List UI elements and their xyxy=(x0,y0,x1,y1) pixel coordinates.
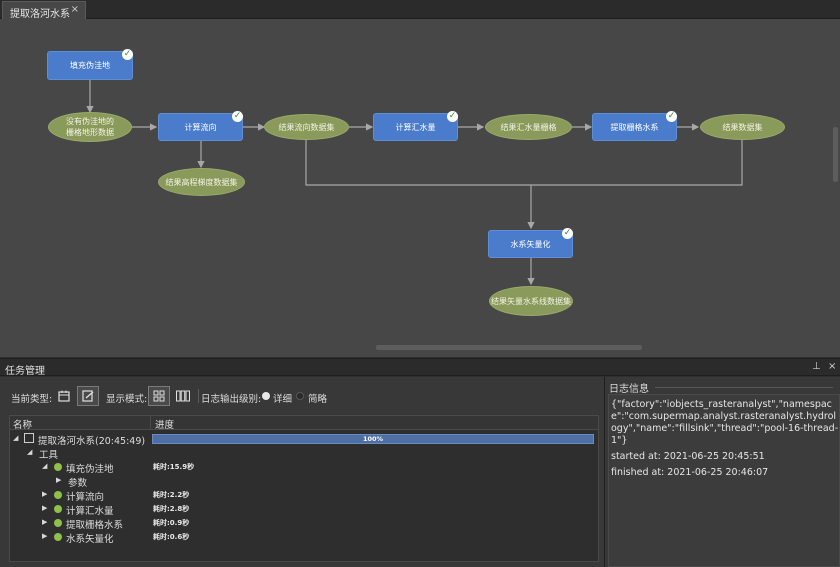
task-name: 计算流向 xyxy=(66,492,105,503)
task-manager-panel: 当前类型: 显示模式: 日志输出级别: 详细 简略 名称 进度 ◢ 提取洛河水系 xyxy=(0,377,604,567)
current-type-label: 当前类型: xyxy=(11,394,53,405)
collapse-triangle-icon[interactable]: ◢ xyxy=(42,462,47,470)
calendar-icon[interactable] xyxy=(53,386,75,406)
success-icon xyxy=(54,463,62,471)
log-json-line: {"factory":"iobjects_rasteranalyst","nam… xyxy=(611,399,839,446)
column-header-progress[interactable]: 进度 xyxy=(155,417,174,431)
task-duration: 耗时:2.2秒 xyxy=(153,491,190,499)
task-toolbar: 当前类型: 显示模式: 日志输出级别: 详细 简略 xyxy=(11,386,601,406)
task-row[interactable]: ▶ 提取栅格水系 耗时:0.9秒 xyxy=(10,516,598,531)
edit-document-icon[interactable] xyxy=(77,386,99,406)
expand-triangle-icon[interactable]: ▶ xyxy=(42,532,47,540)
grid-view-icon[interactable] xyxy=(148,386,170,406)
node-calc-flow-direction[interactable]: 计算流向 ✓ xyxy=(158,111,243,141)
node-dem-data[interactable]: 没有伪洼地的 栅格地形数据 xyxy=(48,112,132,142)
vertical-scrollbar[interactable] xyxy=(833,127,838,182)
close-icon[interactable]: × xyxy=(828,361,836,372)
check-icon: ✓ xyxy=(447,111,458,122)
node-calc-accumulation[interactable]: 计算汇水量 ✓ xyxy=(373,111,458,141)
node-vectorize-stream[interactable]: 水系矢量化 ✓ xyxy=(488,228,573,258)
task-duration: 耗时:2.8秒 xyxy=(153,505,190,513)
progress-text: 100% xyxy=(362,435,384,443)
task-panel-header: 任务管理 ⊥ × xyxy=(0,358,840,377)
expand-triangle-icon[interactable]: ▶ xyxy=(42,504,47,512)
collapse-triangle-icon[interactable]: ◢ xyxy=(13,434,18,442)
node-extract-stream-grid[interactable]: 提取栅格水系 ✓ xyxy=(592,111,677,141)
node-flow-direction-data[interactable]: 结果流向数据集 xyxy=(264,114,349,140)
check-icon: ✓ xyxy=(122,49,133,60)
workflow-row[interactable]: ◢ 提取洛河水系(20:45:49) 100% xyxy=(10,432,598,447)
check-icon: ✓ xyxy=(562,228,573,239)
collapse-triangle-icon[interactable]: ◢ xyxy=(27,448,32,456)
column-header-name[interactable]: 名称 xyxy=(13,417,32,431)
node-slope-data[interactable]: 结果高程梯度数据集 xyxy=(158,168,245,196)
task-duration: 耗时:15.9秒 xyxy=(153,463,195,471)
task-row[interactable]: ◢ 填充伪洼地 耗时:15.9秒 xyxy=(10,460,598,475)
success-icon xyxy=(54,491,62,499)
task-duration: 耗时:0.6秒 xyxy=(153,533,190,541)
workflow-name: 提取洛河水系(20:45:49) xyxy=(38,436,146,447)
log-started-line: started at: 2021-06-25 20:45:51 xyxy=(611,451,765,462)
expand-triangle-icon[interactable]: ▶ xyxy=(42,490,47,498)
success-icon xyxy=(54,519,62,527)
task-name: 水系矢量化 xyxy=(66,534,114,545)
expand-triangle-icon[interactable]: ▶ xyxy=(42,518,47,526)
title-divider xyxy=(655,387,833,388)
node-fill-sink[interactable]: 填充伪洼地 ✓ xyxy=(47,49,133,80)
log-text-area[interactable]: {"factory":"iobjects_rasteranalyst","nam… xyxy=(608,394,840,567)
params-label: 参数 xyxy=(68,478,88,489)
workflow-icon xyxy=(24,433,34,443)
display-mode-label: 显示模式: xyxy=(106,394,148,405)
workflow-canvas[interactable]: 填充伪洼地 ✓ 没有伪洼地的 栅格地形数据 计算流向 ✓ 结果流向数据集 计算汇… xyxy=(0,19,840,357)
params-row[interactable]: ▶ 参数 xyxy=(10,474,598,489)
panel-title: 任务管理 xyxy=(5,366,45,377)
brief-radio[interactable] xyxy=(296,392,304,400)
expand-triangle-icon[interactable]: ▶ xyxy=(56,476,61,484)
task-tree-grid: 名称 进度 ◢ 提取洛河水系(20:45:49) 100% ◢ 工具 ◢ 填充伪… xyxy=(9,415,599,562)
brief-label: 简略 xyxy=(308,394,328,405)
task-name: 计算汇水量 xyxy=(66,506,114,517)
log-panel: 日志信息 {"factory":"iobjects_rasteranalyst"… xyxy=(604,377,840,567)
task-duration: 耗时:0.9秒 xyxy=(153,519,190,527)
detail-label: 详细 xyxy=(273,394,293,405)
success-icon xyxy=(54,505,62,513)
node-result-dataset[interactable]: 结果数据集 xyxy=(700,114,785,140)
task-name: 提取栅格水系 xyxy=(66,520,124,531)
success-icon xyxy=(54,533,62,541)
log-level-label: 日志输出级别: xyxy=(201,394,262,405)
grid-header: 名称 进度 xyxy=(10,416,598,431)
tools-group-label: 工具 xyxy=(39,450,59,461)
task-name: 填充伪洼地 xyxy=(66,464,114,475)
workflow-progress-bar: 100% xyxy=(152,434,594,444)
column-view-icon[interactable] xyxy=(172,386,194,406)
tab-extract-luohe[interactable]: 提取洛河水系 × xyxy=(2,1,86,20)
task-row[interactable]: ▶ 计算汇水量 耗时:2.8秒 xyxy=(10,502,598,517)
horizontal-scrollbar[interactable] xyxy=(376,345,642,350)
node-vector-stream-data[interactable]: 结果矢量水系线数据集 xyxy=(489,286,573,316)
task-row[interactable]: ▶ 水系矢量化 耗时:0.6秒 xyxy=(10,530,598,545)
column-divider[interactable] xyxy=(150,416,151,430)
pin-icon[interactable]: ⊥ xyxy=(812,361,821,372)
close-icon[interactable]: × xyxy=(71,4,79,15)
tools-group-row[interactable]: ◢ 工具 xyxy=(10,446,598,461)
check-icon: ✓ xyxy=(666,111,677,122)
log-finished-line: finished at: 2021-06-25 20:46:07 xyxy=(611,467,769,478)
node-accumulation-grid[interactable]: 结果汇水量栅格 xyxy=(485,114,572,140)
check-icon: ✓ xyxy=(232,111,243,122)
document-tab-bar: 提取洛河水系 × xyxy=(0,0,840,20)
log-title: 日志信息 xyxy=(609,384,649,395)
detail-radio[interactable] xyxy=(262,392,270,400)
task-row[interactable]: ▶ 计算流向 耗时:2.2秒 xyxy=(10,488,598,503)
toolbar-divider xyxy=(198,389,199,403)
